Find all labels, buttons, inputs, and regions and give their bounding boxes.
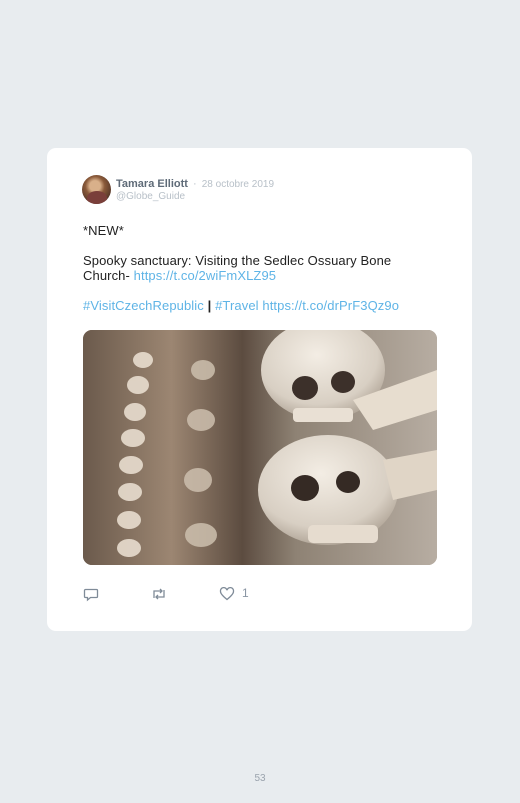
tweet-actions: 1: [83, 586, 383, 604]
heart-icon: [219, 586, 235, 601]
like-button[interactable]: [219, 586, 235, 602]
author-name[interactable]: Tamara Elliott: [116, 178, 188, 190]
ossuary-photo-illustration: [83, 330, 437, 565]
hashtag-visitczechrepublic[interactable]: #VisitCzechRepublic: [83, 298, 204, 313]
reply-button[interactable]: [83, 586, 99, 602]
retweet-button[interactable]: [150, 586, 168, 602]
like-count: 1: [242, 586, 249, 600]
author-line: Tamara Elliott · 28 octobre 2019: [116, 178, 274, 190]
tweet-line-4: #VisitCzechRepublic | #Travel https://t.…: [83, 298, 399, 313]
hashtag-travel[interactable]: #Travel: [215, 298, 259, 313]
separator-dot: ·: [193, 178, 197, 190]
page-number: 53: [254, 773, 266, 784]
tweet-line-3-text: Church-: [83, 268, 134, 283]
tweet-link-1[interactable]: https://t.co/2wiFmXLZ95: [134, 268, 276, 283]
tweet-line-2: Spooky sanctuary: Visiting the Sedlec Os…: [83, 253, 392, 268]
tweet-line-3: Church- https://t.co/2wiFmXLZ95: [83, 268, 276, 283]
pipe-separator: |: [207, 298, 212, 313]
tweet-date[interactable]: 28 octobre 2019: [202, 179, 274, 190]
reply-icon: [83, 588, 99, 602]
tweet-card: Tamara Elliott · 28 octobre 2019 @Globe_…: [47, 148, 472, 631]
retweet-icon: [153, 588, 165, 600]
avatar[interactable]: [82, 175, 111, 204]
author-handle[interactable]: @Globe_Guide: [116, 191, 185, 202]
tweet-link-2[interactable]: https://t.co/drPrF3Qz9o: [262, 298, 399, 313]
tweet-line-1: *NEW*: [83, 223, 124, 238]
tweet-photo[interactable]: [83, 330, 437, 565]
